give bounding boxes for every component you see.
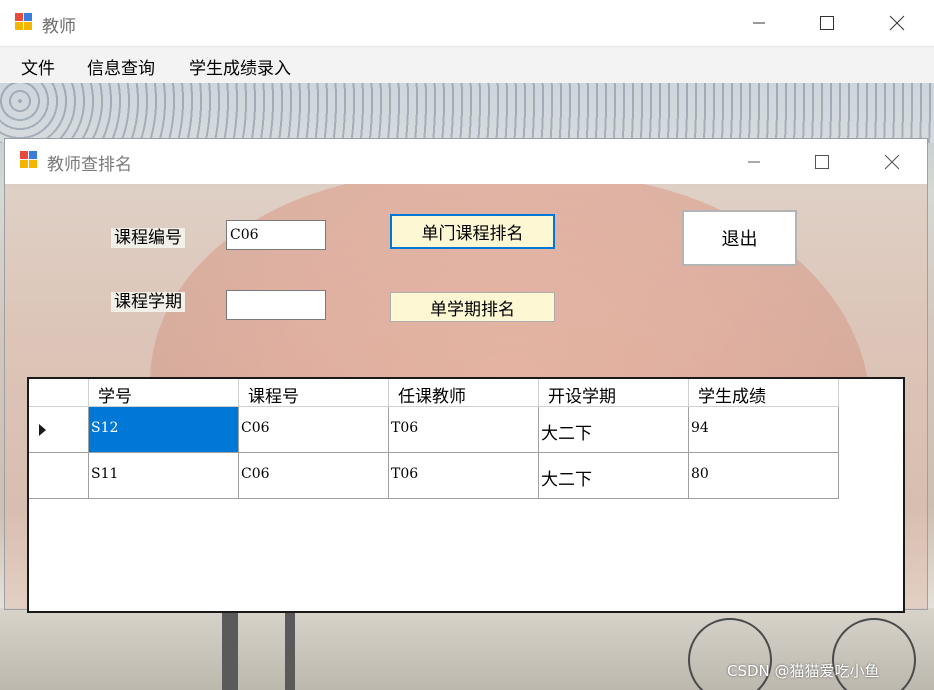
dialog-minimize-button[interactable]	[731, 139, 777, 184]
table-row[interactable]: S12 C06 T06 大二下 94	[29, 407, 903, 453]
table-cell[interactable]: C06	[239, 453, 389, 499]
minimize-button[interactable]	[736, 0, 782, 46]
course-id-label: 课程编号	[111, 228, 185, 248]
table-cell[interactable]: 94	[689, 407, 839, 453]
single-semester-rank-button[interactable]: 单学期排名	[390, 292, 555, 322]
table-cell[interactable]: T06	[389, 407, 539, 453]
close-icon	[889, 15, 905, 31]
dialog-titlebar: 教师查排名	[5, 139, 927, 184]
background-blossom	[0, 83, 934, 143]
background-post	[285, 608, 295, 690]
main-window-title: 教师	[42, 17, 76, 37]
table-cell[interactable]: 80	[689, 453, 839, 499]
dialog-maximize-button[interactable]	[799, 139, 845, 184]
results-grid[interactable]: 学号 课程号 任课教师 开设学期 学生成绩 S12 C06 T06 大二下 94…	[27, 377, 905, 613]
maximize-button[interactable]	[804, 0, 850, 46]
dialog-app-icon	[20, 151, 38, 169]
column-header-semester[interactable]: 开设学期	[539, 379, 689, 407]
dialog-body: 课程编号 课程学期 单门课程排名 单学期排名 退出 学号 课程号 任课教师 开设…	[5, 184, 927, 613]
column-header-student-id[interactable]: 学号	[89, 379, 239, 407]
dialog-close-button[interactable]	[869, 139, 915, 184]
table-cell[interactable]: 大二下	[539, 407, 689, 453]
column-header-score[interactable]: 学生成绩	[689, 379, 839, 407]
main-window-titlebar: 教师	[0, 0, 934, 47]
table-cell[interactable]: S12	[89, 407, 239, 453]
menu-item-grade-entry[interactable]: 学生成绩录入	[189, 54, 291, 79]
table-cell[interactable]: T06	[389, 453, 539, 499]
table-cell[interactable]: S11	[89, 453, 239, 499]
row-header[interactable]	[29, 407, 89, 453]
row-header[interactable]	[29, 453, 89, 499]
maximize-icon	[820, 16, 834, 30]
menu-item-file[interactable]: 文件	[21, 54, 55, 79]
rank-dialog: 教师查排名 课程编号 课程学期 单门课程排名 单学期排名 退出 学号 课程号 任…	[4, 138, 928, 613]
table-row[interactable]: S11 C06 T06 大二下 80	[29, 453, 903, 499]
course-id-input[interactable]	[226, 220, 326, 250]
column-header-teacher[interactable]: 任课教师	[389, 379, 539, 407]
minimize-icon	[748, 161, 760, 162]
grid-header-row: 学号 课程号 任课教师 开设学期 学生成绩	[29, 379, 903, 407]
grid-corner-header	[29, 379, 89, 407]
semester-input[interactable]	[226, 290, 326, 320]
close-button[interactable]	[874, 0, 920, 46]
exit-button[interactable]: 退出	[682, 210, 797, 266]
background-post	[222, 608, 238, 690]
maximize-icon	[815, 154, 829, 169]
menu-item-info-query[interactable]: 信息查询	[87, 54, 155, 79]
single-course-rank-button[interactable]: 单门课程排名	[390, 214, 555, 249]
table-cell[interactable]: C06	[239, 407, 389, 453]
app-icon	[15, 13, 33, 31]
watermark: CSDN @猫猫爱吃小鱼	[727, 662, 880, 680]
menu-bar: 文件 信息查询 学生成绩录入	[0, 47, 934, 83]
minimize-icon	[753, 22, 765, 24]
column-header-course-id[interactable]: 课程号	[239, 379, 389, 407]
semester-label: 课程学期	[111, 292, 185, 312]
dialog-title: 教师查排名	[47, 155, 132, 175]
table-cell[interactable]: 大二下	[539, 453, 689, 499]
close-icon	[884, 154, 900, 169]
current-row-arrow-icon	[39, 424, 46, 436]
